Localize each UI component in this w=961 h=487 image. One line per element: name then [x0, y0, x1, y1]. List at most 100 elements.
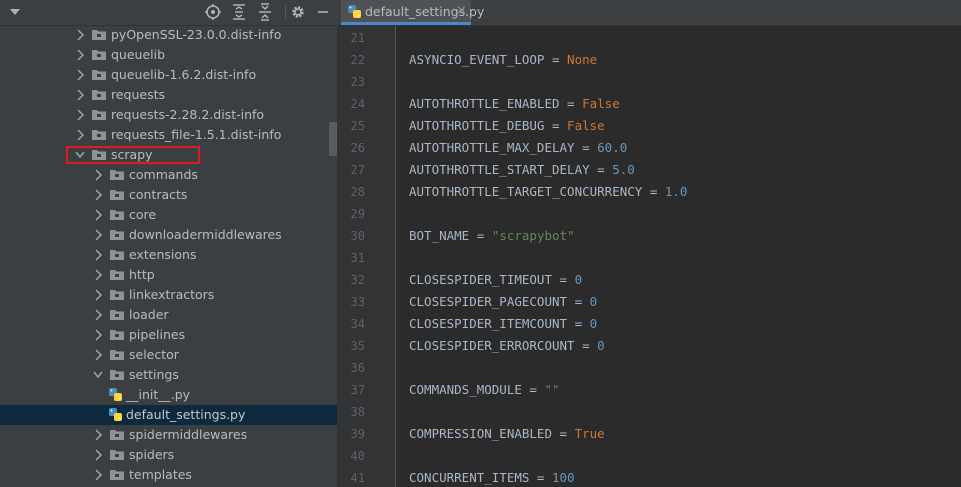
- tree-folder-item[interactable]: linkextractors: [0, 285, 337, 305]
- tree-scrollbar[interactable]: [329, 122, 337, 156]
- chevron-right-icon[interactable]: [93, 189, 103, 201]
- chevron-right-icon[interactable]: [93, 209, 103, 221]
- tree-folder-item[interactable]: settings: [0, 365, 337, 385]
- chevron-right-icon[interactable]: [75, 49, 85, 61]
- tree-item-label: extensions: [129, 247, 197, 262]
- code-line[interactable]: CONCURRENT_ITEMS = 100: [409, 470, 575, 486]
- code-value: "": [544, 382, 560, 397]
- tree-folder-item[interactable]: requests_file-1.5.1.dist-info: [0, 125, 337, 145]
- chevron-right-icon[interactable]: [75, 129, 85, 141]
- code-line[interactable]: ASYNCIO_EVENT_LOOP = None: [409, 52, 597, 68]
- expand-all-icon[interactable]: [230, 3, 248, 21]
- tree-folder-item[interactable]: selector: [0, 345, 337, 365]
- code-line[interactable]: CLOSESPIDER_ERRORCOUNT = 0: [409, 338, 605, 354]
- code-line[interactable]: AUTOTHROTTLE_TARGET_CONCURRENCY = 1.0: [409, 184, 687, 200]
- tab-default-settings[interactable]: default_settings.py ×: [341, 0, 484, 25]
- hide-icon[interactable]: [314, 3, 332, 21]
- code-line[interactable]: AUTOTHROTTLE_ENABLED = False: [409, 96, 620, 112]
- tree-item-label: commands: [129, 167, 198, 182]
- folder-icon: [110, 350, 124, 360]
- folder-icon: [110, 450, 124, 460]
- folder-icon: [110, 170, 124, 180]
- tree-folder-item[interactable]: contracts: [0, 185, 337, 205]
- tree-folder-item[interactable]: templates: [0, 465, 337, 485]
- tree-folder-item[interactable]: http: [0, 265, 337, 285]
- chevron-right-icon[interactable]: [93, 449, 103, 461]
- tree-folder-item[interactable]: requests-2.28.2.dist-info: [0, 105, 337, 125]
- tree-folder-item[interactable]: core: [0, 205, 337, 225]
- collapse-all-icon[interactable]: [256, 3, 274, 21]
- folder-icon: [92, 30, 106, 40]
- chevron-down-icon[interactable]: [93, 369, 103, 381]
- chevron-right-icon[interactable]: [93, 329, 103, 341]
- line-number: 24: [350, 97, 365, 111]
- code-text: AUTOTHROTTLE_ENABLED =: [409, 96, 583, 111]
- chevron-right-icon[interactable]: [93, 169, 103, 181]
- code-line[interactable]: BOT_NAME = "scrapybot": [409, 228, 575, 244]
- code-line[interactable]: AUTOTHROTTLE_MAX_DELAY = 60.0: [409, 140, 627, 156]
- chevron-right-icon[interactable]: [93, 269, 103, 281]
- tree-folder-item[interactable]: spiders: [0, 445, 337, 465]
- tree-item-label: templates: [129, 467, 192, 482]
- chevron-right-icon[interactable]: [93, 229, 103, 241]
- folder-icon: [110, 310, 124, 320]
- python-file-icon: [109, 388, 122, 401]
- tree-file-item[interactable]: default_settings.py: [0, 405, 337, 425]
- tree-item-label: core: [129, 207, 157, 222]
- tree-item-label: requests_file-1.5.1.dist-info: [111, 127, 282, 142]
- folder-icon: [92, 50, 106, 60]
- locate-icon[interactable]: [204, 3, 222, 21]
- view-dropdown-icon[interactable]: [10, 9, 20, 15]
- chevron-right-icon[interactable]: [93, 469, 103, 481]
- code-line[interactable]: COMMANDS_MODULE = "": [409, 382, 560, 398]
- code-value: 1.0: [664, 184, 688, 199]
- code-value: 100: [552, 470, 575, 485]
- code-line[interactable]: CLOSESPIDER_PAGECOUNT = 0: [409, 294, 597, 310]
- tree-folder-item[interactable]: queuelib-1.6.2.dist-info: [0, 65, 337, 85]
- tree-item-label: loader: [129, 307, 169, 322]
- line-number: 27: [350, 163, 365, 177]
- tree-item-label: http: [129, 267, 155, 282]
- tree-folder-item[interactable]: pyOpenSSL-23.0.0.dist-info: [0, 25, 337, 45]
- tree-folder-item[interactable]: downloadermiddlewares: [0, 225, 337, 245]
- tree-folder-item[interactable]: loader: [0, 305, 337, 325]
- active-tab-indicator: [341, 22, 471, 25]
- code-text: CLOSESPIDER_ITEMCOUNT =: [409, 316, 590, 331]
- tree-folder-item[interactable]: spidermiddlewares: [0, 425, 337, 445]
- chevron-right-icon[interactable]: [75, 89, 85, 101]
- folder-icon: [92, 90, 106, 100]
- tree-file-item[interactable]: __init__.py: [0, 385, 337, 405]
- code-text: CLOSESPIDER_PAGECOUNT =: [409, 294, 590, 309]
- chevron-right-icon[interactable]: [93, 309, 103, 321]
- code-value: True: [574, 426, 605, 441]
- code-line[interactable]: CLOSESPIDER_ITEMCOUNT = 0: [409, 316, 597, 332]
- tree-folder-item[interactable]: commands: [0, 165, 337, 185]
- tree-folder-item[interactable]: queuelib: [0, 45, 337, 65]
- chevron-right-icon[interactable]: [93, 289, 103, 301]
- line-number: 25: [350, 119, 365, 133]
- line-number: 32: [350, 273, 365, 287]
- line-number: 39: [350, 427, 365, 441]
- chevron-right-icon[interactable]: [93, 429, 103, 441]
- chevron-right-icon[interactable]: [75, 109, 85, 121]
- chevron-right-icon[interactable]: [75, 29, 85, 41]
- tree-item-label: spiders: [129, 447, 175, 462]
- line-number: 21: [350, 31, 365, 45]
- tree-folder-item[interactable]: extensions: [0, 245, 337, 265]
- tree-item-label: spidermiddlewares: [129, 427, 248, 442]
- folder-icon: [110, 430, 124, 440]
- code-line[interactable]: CLOSESPIDER_TIMEOUT = 0: [409, 272, 582, 288]
- code-line[interactable]: AUTOTHROTTLE_START_DELAY = 5.0: [409, 162, 635, 178]
- chevron-right-icon[interactable]: [75, 69, 85, 81]
- code-line[interactable]: COMPRESSION_ENABLED = True: [409, 426, 605, 442]
- gear-icon[interactable]: [289, 3, 307, 21]
- tree-item-label: requests-2.28.2.dist-info: [111, 107, 265, 122]
- line-number: 23: [350, 75, 365, 89]
- close-icon[interactable]: ×: [456, 3, 467, 19]
- code-line[interactable]: AUTOTHROTTLE_DEBUG = False: [409, 118, 605, 134]
- line-number: 22: [350, 53, 365, 67]
- chevron-right-icon[interactable]: [93, 249, 103, 261]
- chevron-right-icon[interactable]: [93, 349, 103, 361]
- tree-folder-item[interactable]: requests: [0, 85, 337, 105]
- tree-folder-item[interactable]: pipelines: [0, 325, 337, 345]
